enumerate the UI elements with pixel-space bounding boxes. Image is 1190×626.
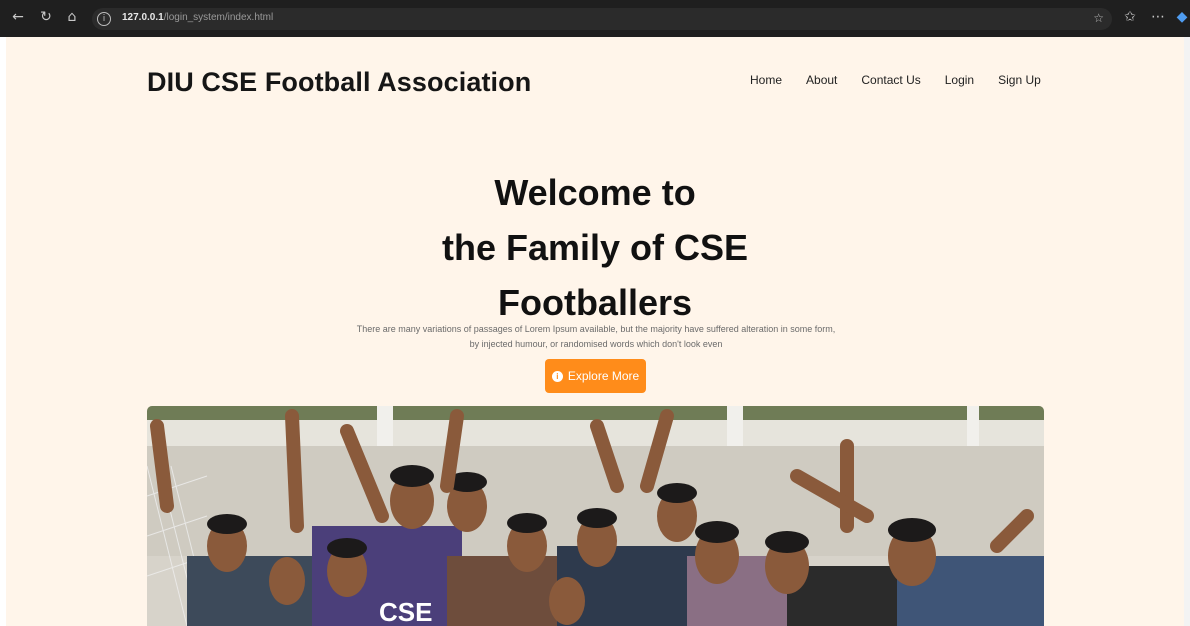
page-viewport: DIU CSE Football Association Home About … [6,37,1184,626]
explore-more-button[interactable]: i Explore More [545,359,646,393]
copilot-icon[interactable]: ◆ [1174,9,1190,25]
nav-login[interactable]: Login [945,73,974,87]
favorite-icon[interactable]: ☆ [1093,11,1104,25]
address-bar[interactable]: i 127.0.0.1/login_system/index.html ☆ [92,8,1112,30]
back-icon[interactable]: ← [10,9,26,25]
scrollbar[interactable] [1184,37,1190,626]
explore-more-label: Explore More [567,369,640,383]
jersey-text: CSE [379,597,432,626]
nav-contact-us[interactable]: Contact Us [861,73,920,87]
site-brand[interactable]: DIU CSE Football Association [147,67,531,98]
hero-photo: CSE [147,406,1044,626]
hero-title-line: the Family of CSE [441,227,749,268]
address-url[interactable]: 127.0.0.1/login_system/index.html [122,12,273,23]
browser-toolbar: ← ↻ ⌂ i 127.0.0.1/login_system/index.htm… [0,0,1190,37]
hero-subtitle: There are many variations of passages of… [356,324,836,349]
home-icon[interactable]: ⌂ [64,9,80,25]
main-nav: Home About Contact Us Login Sign Up [750,73,1041,87]
nav-about[interactable]: About [806,73,837,87]
favorites-icon[interactable]: ✩ [1122,9,1138,25]
more-icon[interactable]: ⋯ [1150,9,1166,25]
site-info-icon[interactable]: i [97,12,111,26]
reload-icon[interactable]: ↻ [38,9,54,25]
nav-sign-up[interactable]: Sign Up [998,73,1041,87]
info-icon: i [551,370,563,382]
nav-home[interactable]: Home [750,73,782,87]
hero-title: Welcome to the Family of CSE Footballers [6,165,1184,330]
hero-title-line: Welcome to [494,172,696,213]
